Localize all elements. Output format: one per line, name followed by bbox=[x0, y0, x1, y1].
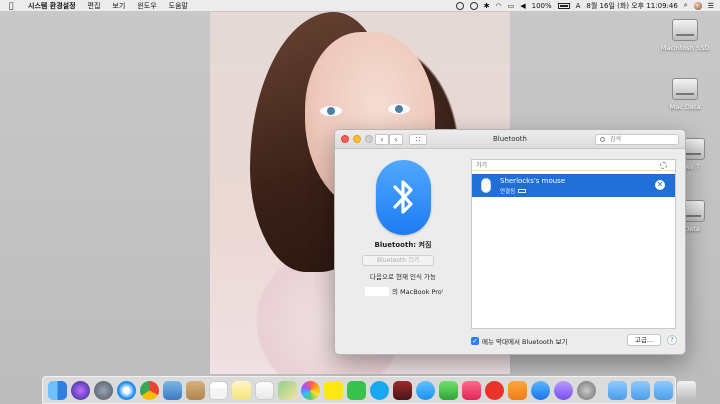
portrait-eye-left bbox=[320, 106, 342, 116]
system-preferences-icon[interactable] bbox=[577, 380, 596, 400]
siri-icon[interactable] bbox=[71, 380, 90, 400]
bluetooth-menu-icon[interactable]: ✱ bbox=[484, 2, 490, 10]
skype-icon[interactable] bbox=[370, 380, 389, 400]
launchpad-icon[interactable] bbox=[94, 380, 113, 400]
reminders-icon[interactable] bbox=[255, 380, 274, 400]
hard-drive-icon bbox=[672, 19, 698, 41]
podcast-icon[interactable] bbox=[485, 380, 504, 400]
desktop-icon-label: Macintosh SSD bbox=[660, 44, 710, 52]
search-icon bbox=[600, 137, 605, 142]
desktop-icon-macintosh-ssd[interactable]: Macintosh SSD bbox=[655, 19, 715, 52]
bluetooth-logo-icon bbox=[376, 160, 431, 235]
user-avatar[interactable] bbox=[693, 1, 702, 10]
notes-icon[interactable] bbox=[186, 380, 205, 400]
photos-icon[interactable] bbox=[301, 380, 320, 400]
search-input[interactable]: 검색 bbox=[595, 134, 679, 145]
desktop-icon-label: ws 7 bbox=[684, 163, 700, 171]
preview-icon[interactable] bbox=[163, 380, 182, 400]
desktop-icon-mac-data[interactable]: Mac Data bbox=[655, 78, 715, 111]
folder-icon[interactable] bbox=[654, 380, 673, 400]
time-machine-icon[interactable] bbox=[455, 1, 464, 10]
turn-bluetooth-off-button[interactable]: Bluetooth 끄기 bbox=[362, 255, 434, 266]
menu-help[interactable]: 도움말 bbox=[163, 1, 194, 11]
computer-name: 의 MacBook Pro' bbox=[365, 286, 444, 296]
support-icon[interactable] bbox=[554, 380, 573, 400]
checkbox-checked-icon[interactable]: ✓ bbox=[471, 337, 479, 345]
window-titlebar[interactable]: ‹ › ∷ Bluetooth 검색 bbox=[335, 130, 685, 149]
bluetooth-preferences-window: ‹ › ∷ Bluetooth 검색 Bluetooth: 켜짐 Bluetoo… bbox=[334, 129, 686, 355]
messages-icon[interactable] bbox=[416, 380, 435, 400]
device-row-mouse[interactable]: Sherlocks's mouse 연결됨 ✕ bbox=[472, 174, 675, 197]
documents-icon[interactable] bbox=[631, 380, 650, 400]
devices-header-label: 기기 bbox=[476, 162, 488, 169]
maps-icon[interactable] bbox=[278, 380, 297, 400]
safari-icon[interactable] bbox=[117, 380, 136, 400]
devices-list-header: 기기 bbox=[472, 160, 675, 171]
calendar-icon[interactable] bbox=[209, 380, 228, 400]
input-source[interactable]: A bbox=[576, 2, 581, 10]
finder-icon[interactable] bbox=[48, 380, 67, 400]
volume-icon[interactable]: ◀ bbox=[520, 2, 525, 10]
menu-edit[interactable]: 편집 bbox=[82, 1, 107, 11]
ibooks-icon[interactable] bbox=[508, 380, 527, 400]
desktop-icon-label: Data bbox=[684, 225, 700, 233]
hard-drive-icon bbox=[672, 78, 698, 100]
downloads-icon[interactable] bbox=[608, 380, 627, 400]
battery-icon[interactable] bbox=[557, 2, 570, 9]
stickies-icon[interactable] bbox=[232, 380, 251, 400]
line-icon[interactable] bbox=[347, 380, 366, 400]
menu-view[interactable]: 보기 bbox=[106, 1, 131, 11]
music-icon[interactable] bbox=[462, 380, 481, 400]
trash-icon[interactable] bbox=[677, 380, 696, 400]
bluetooth-state-label: Bluetooth: 켜짐 bbox=[374, 241, 432, 249]
menu-bar:  시스템 환경설정 편집 보기 윈도우 도움말 ✱ ◠ ▭ ◀ 100% A … bbox=[0, 0, 720, 12]
clock[interactable]: 8월 16일 (화) 오후 11:09:46 bbox=[586, 1, 677, 11]
help-button[interactable]: ? bbox=[667, 335, 677, 345]
apple-menu-icon[interactable]:  bbox=[0, 1, 22, 10]
menu-app-name[interactable]: 시스템 환경설정 bbox=[22, 1, 82, 11]
show-in-menubar-label: 메뉴 막대에서 Bluetooth 보기 bbox=[482, 338, 568, 346]
device-name: Sherlocks's mouse bbox=[500, 177, 566, 185]
device-status: 연결됨 bbox=[500, 187, 527, 195]
sync-icon[interactable] bbox=[469, 1, 478, 10]
spotlight-icon[interactable]: ⌕ bbox=[684, 1, 688, 10]
game-icon[interactable] bbox=[393, 380, 412, 400]
notification-center-icon[interactable]: ☰ bbox=[708, 2, 714, 10]
menu-window[interactable]: 윈도우 bbox=[131, 1, 162, 11]
advanced-button[interactable]: 고급... bbox=[627, 334, 661, 346]
desktop-icon-label: Mac Data bbox=[669, 103, 701, 111]
mouse-icon bbox=[481, 178, 491, 193]
dock bbox=[42, 376, 696, 404]
kakaotalk-icon[interactable] bbox=[324, 380, 343, 400]
battery-percent[interactable]: 100% bbox=[532, 2, 552, 10]
facetime-icon[interactable] bbox=[439, 380, 458, 400]
scanning-spinner-icon bbox=[660, 162, 667, 169]
show-bluetooth-in-menubar-checkbox[interactable]: ✓ 메뉴 막대에서 Bluetooth 보기 bbox=[471, 336, 568, 346]
menu-extras: ✱ ◠ ▭ ◀ 100% A 8월 16일 (화) 오후 11:09:46 ⌕ … bbox=[455, 1, 720, 11]
device-status-text: 연결됨 bbox=[500, 189, 516, 195]
remove-device-icon[interactable]: ✕ bbox=[655, 180, 665, 190]
discoverable-text: 다음으로 현재 인식 가능 bbox=[370, 273, 436, 281]
devices-list[interactable]: 기기 Sherlocks's mouse 연결됨 ✕ bbox=[471, 159, 676, 329]
appstore-icon[interactable] bbox=[531, 380, 550, 400]
computer-name-suffix: 의 MacBook Pro' bbox=[392, 288, 444, 296]
redacted-name bbox=[365, 286, 389, 296]
chrome-icon[interactable] bbox=[140, 380, 159, 400]
airplay-icon[interactable]: ▭ bbox=[508, 2, 515, 10]
search-placeholder: 검색 bbox=[610, 136, 622, 143]
device-battery-icon bbox=[518, 189, 527, 193]
wifi-icon[interactable]: ◠ bbox=[495, 2, 501, 10]
portrait-eye-right bbox=[388, 104, 410, 114]
bluetooth-status-pane: Bluetooth: 켜짐 Bluetooth 끄기 다음으로 현재 인식 가능… bbox=[335, 149, 471, 354]
